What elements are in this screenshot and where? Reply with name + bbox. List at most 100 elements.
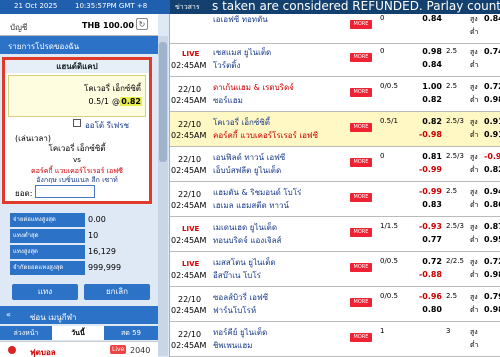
home-team[interactable]: ซอลส์บิวรี่ เอฟซี	[213, 291, 268, 304]
match-date: 22/10	[178, 190, 202, 199]
under-odds[interactable]: 0.82	[484, 165, 500, 174]
match-clock: 02:45AM	[171, 131, 207, 140]
match-date: 22/10	[178, 85, 202, 94]
home-team[interactable]: เอเอฟซี ทอทตัน	[213, 13, 268, 26]
under-odds[interactable]: 0.95	[484, 235, 500, 244]
tab-today[interactable]: วันนี้	[52, 326, 104, 340]
more-button[interactable]: MORE	[350, 123, 372, 132]
away-team[interactable]: โวร์ตติ้ง	[213, 59, 240, 72]
more-button[interactable]: MORE	[350, 88, 372, 97]
slip-title: แฮนด์ดิแคป	[5, 60, 149, 73]
away-odds[interactable]: 0.82	[410, 95, 442, 104]
home-team[interactable]: ดาเก้นแฮม & เรดบริดจ์	[213, 81, 294, 94]
home-odds[interactable]: 1.00	[410, 82, 442, 91]
away-team[interactable]: เอ็บบ์สฟลีต ยูไนเต็ด	[213, 164, 281, 177]
away-team[interactable]: ทอนบริดจ์ แองเจิลส์	[213, 234, 281, 247]
more-button[interactable]: MORE	[350, 158, 372, 167]
over-odds[interactable]: 0.87	[484, 222, 500, 231]
scrollbar-thumb[interactable]	[159, 42, 167, 162]
stat-label: จำกัดยอดแทงสูงสุด	[10, 261, 85, 275]
home-team[interactable]: เอนฟิลด์ ทาวน์ เอฟซี	[213, 151, 285, 164]
stat-label: แทงสูงสุด	[10, 245, 85, 259]
cancel-button[interactable]: ยกเลิก	[84, 284, 150, 300]
home-team[interactable]: เมสสโตน ยูไนเต็ด	[213, 256, 276, 269]
more-button[interactable]: MORE	[350, 228, 372, 237]
away-odds[interactable]: 0.77	[410, 235, 442, 244]
under-odds[interactable]: 0.91	[484, 130, 500, 139]
match-row: 22/10 02:45AM เอนฟิลด์ ทาวน์ เอฟซี เอ็บบ์สฟ…	[170, 147, 500, 182]
away-odds[interactable]: 0.84	[410, 60, 442, 69]
amount-input[interactable]	[35, 185, 95, 198]
under-odds[interactable]: 0.98	[484, 305, 500, 314]
tab-early[interactable]: ล่วงหน้า	[0, 326, 52, 340]
away-team[interactable]: อีสบ๊าเน โบโร่	[213, 269, 261, 282]
home-team[interactable]: โคเวอรี่ เอ็กซ์ซิตี้	[213, 116, 270, 129]
over-odds[interactable]: 0.84	[484, 14, 500, 23]
sport-item-football[interactable]: ฟุตบอล Live 2040	[0, 341, 158, 357]
match-row: เอเอฟซี ทอทตัน MORE 0 0.84 สูงต่ำ 0.84	[170, 9, 500, 44]
bet-button[interactable]: แทง	[12, 284, 78, 300]
under-label: ต่ำ	[470, 271, 479, 279]
home-odds[interactable]: 0.82	[410, 117, 442, 126]
under-odds[interactable]: 0.98	[484, 95, 500, 104]
favorites-header[interactable]: รายการโปรดของฉัน	[0, 36, 158, 54]
match-clock: 02:45AM	[171, 61, 207, 70]
away-team[interactable]: ฟาร์นโบโรห์	[213, 304, 256, 317]
over-odds[interactable]: 0.74	[484, 47, 500, 56]
home-odds[interactable]: 0.72	[410, 257, 442, 266]
away-team[interactable]: คอร์คกี้ แวบเคอร์โรเรอร์ เอฟซี	[213, 129, 318, 142]
home-team[interactable]: แฮมตัน & ริชมอนด์ โบโร่	[213, 186, 301, 199]
match-date: 22/10	[178, 120, 202, 129]
home-odds[interactable]: -0.99	[410, 187, 442, 196]
sidebar-scrollbar[interactable]	[158, 36, 168, 356]
under-odds[interactable]: 0.86	[484, 200, 500, 209]
away-odds[interactable]: -0.99	[410, 165, 442, 174]
under-label: ต่ำ	[470, 341, 479, 349]
auto-refresh-checkbox[interactable]	[73, 119, 81, 127]
more-button[interactable]: MORE	[350, 263, 372, 272]
more-button[interactable]: MORE	[350, 193, 372, 202]
more-button[interactable]: MORE	[350, 20, 372, 29]
handicap-line: 1/1.5	[380, 222, 398, 230]
over-under-line: 2.5	[446, 47, 458, 55]
home-odds[interactable]: 0.81	[410, 152, 442, 161]
over-odds[interactable]: -0.98	[484, 152, 500, 161]
away-team[interactable]: เฮเมล แฮมสตีด ทาวน์	[213, 199, 289, 212]
selection-odds: 0.82	[120, 97, 142, 106]
under-odds[interactable]: 0.98	[484, 270, 500, 279]
away-team[interactable]: ซอร์แฮม	[213, 94, 243, 107]
date-display: 21 Oct 2025	[14, 2, 58, 10]
over-odds[interactable]: 0.79	[484, 292, 500, 301]
over-odds[interactable]: 0.91	[484, 117, 500, 126]
home-odds[interactable]: -0.93	[410, 222, 442, 231]
more-button[interactable]: MORE	[350, 333, 372, 342]
match-time: 22/10 02:45AM	[170, 147, 210, 181]
home-team[interactable]: ทอร์คีย์ ยูไนเต็ด	[213, 326, 267, 339]
over-odds[interactable]: 0.72	[484, 82, 500, 91]
hide-sports-menu[interactable]: « ซ่อน เมนูกีฬา	[0, 306, 158, 324]
away-team[interactable]: ชิพเพนแฮม	[213, 339, 253, 352]
refresh-icon[interactable]: ↻	[136, 18, 148, 30]
home-team[interactable]: เชสแมส ยูไนเต็ด	[213, 46, 271, 59]
match-clock: 02:45AM	[171, 341, 207, 350]
amount-label: ยอด:	[15, 189, 33, 198]
hide-menu-label: ซ่อน เมนูกีฬา	[30, 313, 77, 322]
vs-label: vs	[73, 156, 81, 164]
stat-row: จำกัดยอดแทงสูงสุด 999,999	[10, 261, 150, 276]
over-under-line: 2.5/3	[446, 117, 464, 125]
over-odds[interactable]: 0.94	[484, 187, 500, 196]
under-label: ต่ำ	[470, 306, 479, 314]
away-odds[interactable]: 0.83	[410, 200, 442, 209]
home-odds[interactable]: -0.96	[410, 292, 442, 301]
home-odds[interactable]: 0.98	[410, 47, 442, 56]
under-label: ต่ำ	[470, 61, 479, 69]
more-button[interactable]: MORE	[350, 298, 372, 307]
over-odds[interactable]: 0.72	[484, 257, 500, 266]
away-odds[interactable]: -0.98	[410, 130, 442, 139]
home-odds[interactable]: 0.84	[410, 14, 442, 23]
home-team[interactable]: เมเดนเฮด ยูไนเต็ด	[213, 221, 277, 234]
away-odds[interactable]: -0.88	[410, 270, 442, 279]
tab-live[interactable]: สด 59	[104, 326, 158, 340]
more-button[interactable]: MORE	[350, 53, 372, 62]
away-odds[interactable]: 0.80	[410, 305, 442, 314]
